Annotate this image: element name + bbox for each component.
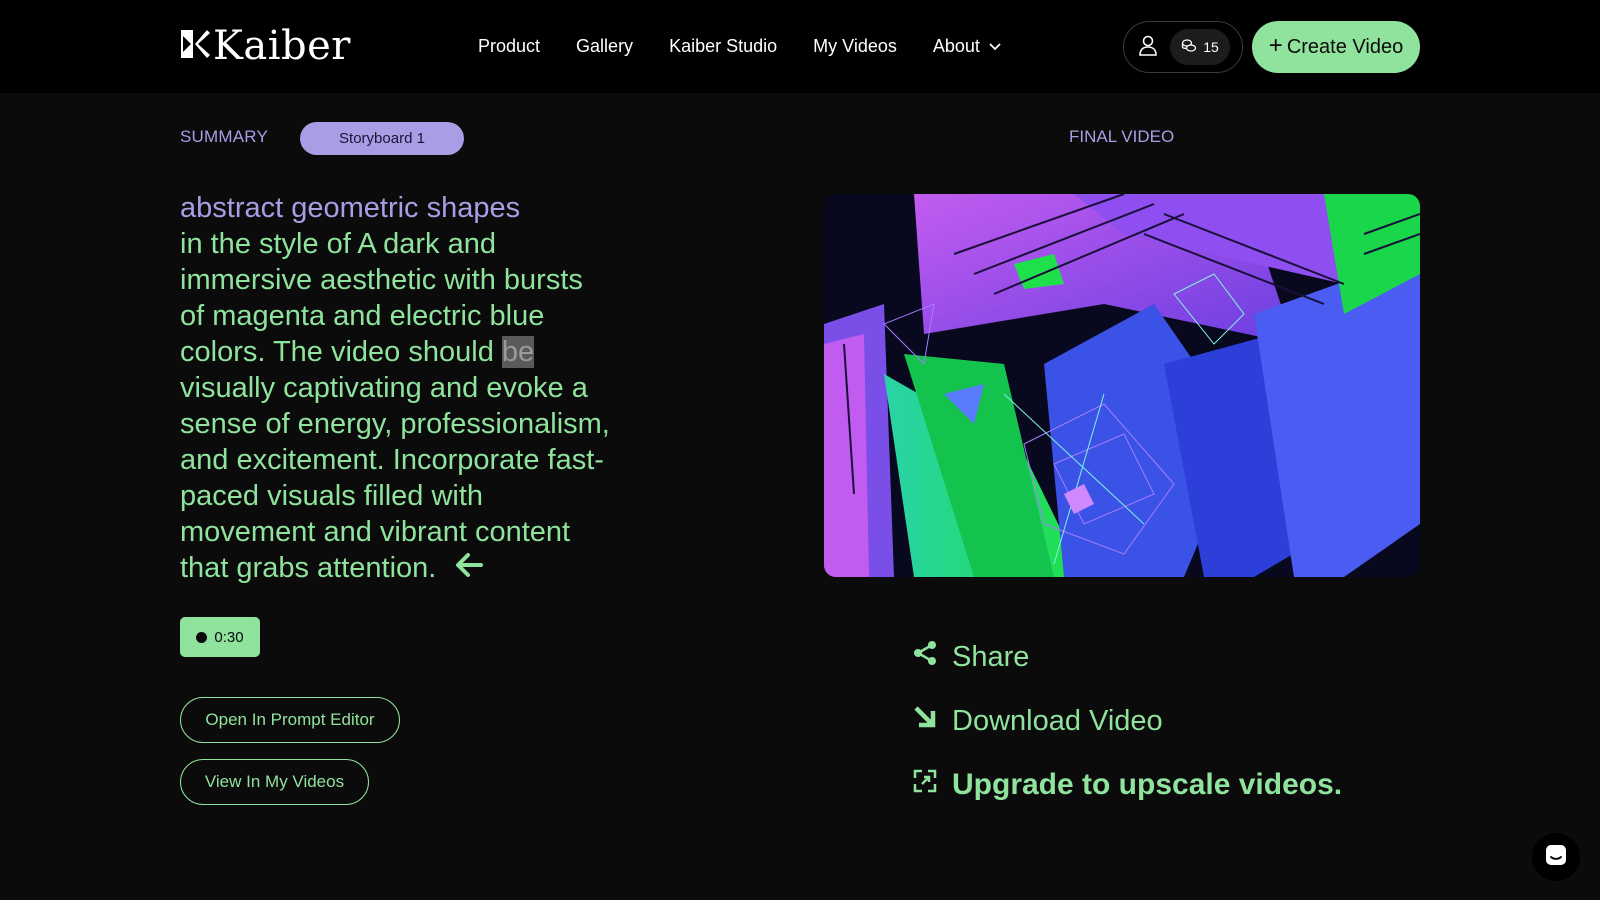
summary-heading: SUMMARY [180,127,268,146]
open-prompt-editor-button[interactable]: Open In Prompt Editor [180,697,400,743]
chat-support-button[interactable] [1532,833,1580,881]
nav-item-my-videos[interactable]: My Videos [813,34,897,58]
create-video-label: Create Video [1286,35,1404,58]
upscale-icon [912,768,938,802]
view-in-my-videos-button[interactable]: View In My Videos [180,759,369,805]
plus-icon: + [1268,32,1283,59]
duration-badge: 0:30 [180,617,260,657]
prompt-body-end: visually captivating and evoke a sense o… [180,372,610,584]
share-action[interactable]: Share [912,640,1029,674]
prompt-subject: abstract geometric shapes [180,192,521,224]
chat-icon [1545,844,1567,871]
nav-item-product[interactable]: Product [478,34,540,58]
arrow-left-icon[interactable] [454,551,484,587]
upgrade-label: Upgrade to upscale videos. [952,768,1343,801]
credits-badge[interactable]: 15 [1170,29,1230,65]
top-header: Kaiber Product Gallery Kaiber Studio My … [0,0,1600,93]
user-icon [1138,34,1158,61]
download-video-label: Download Video [952,704,1163,737]
nav-item-about[interactable]: About [933,34,1002,58]
share-label: Share [952,640,1030,673]
prompt-highlight: be [501,336,535,368]
tab-storyboard-1[interactable]: Storyboard 1 [300,122,464,155]
account-menu[interactable]: 15 [1123,21,1243,73]
dot-icon [196,631,208,643]
upgrade-upscale-action[interactable]: Upgrade to upscale videos. [912,768,1342,802]
share-icon [912,640,938,674]
kaiber-logo-icon [179,27,211,66]
download-video-action[interactable]: Download Video [912,704,1163,738]
credits-icon [1181,38,1197,57]
kaiber-logo[interactable]: Kaiber [179,26,351,66]
main-nav: Product Gallery Kaiber Studio My Videos … [478,34,1002,58]
nav-item-about-label: About [932,36,980,56]
chevron-down-icon [988,34,1002,58]
final-video-heading: FINAL VIDEO [1069,127,1175,146]
duration-value: 0:30 [214,628,244,646]
credits-count: 15 [1203,39,1219,55]
create-video-button[interactable]: + Create Video [1252,21,1420,73]
video-player[interactable] [824,194,1420,577]
logo-text: Kaiber [213,23,351,69]
download-arrow-icon [912,704,938,738]
nav-item-gallery[interactable]: Gallery [576,34,633,58]
video-frame-art [824,194,1420,577]
nav-item-kaiber-studio[interactable]: Kaiber Studio [669,34,777,58]
prompt-text: abstract geometric shapes in the style o… [180,190,610,587]
